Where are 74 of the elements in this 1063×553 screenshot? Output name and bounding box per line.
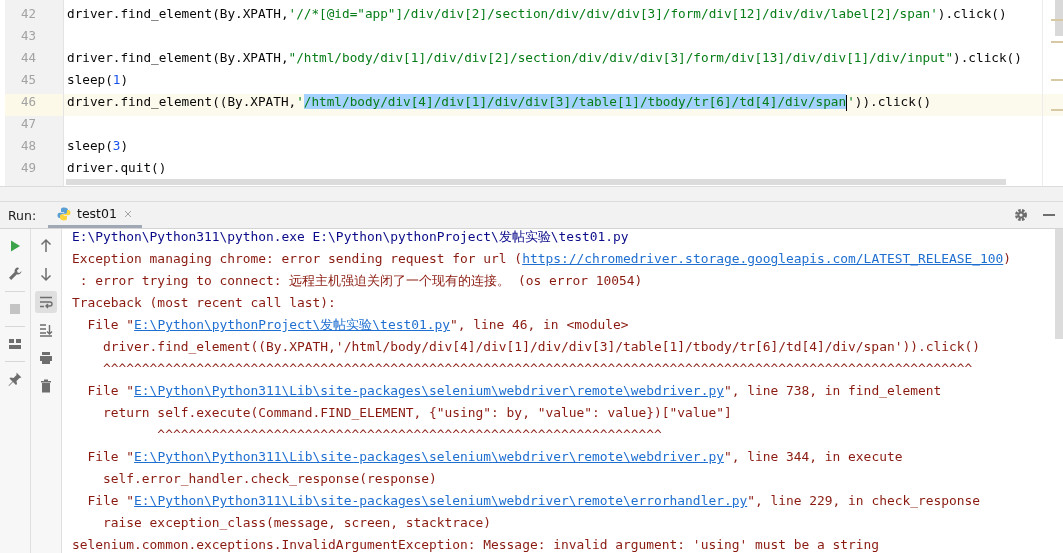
stop-icon xyxy=(7,301,23,317)
console-text: E:\Python\Python311\python.exe E:\Python\pythonProject\发帖实验\test01.py xyxy=(72,229,629,244)
console-link[interactable]: https://chromedriver.storage.googleapis.com/LATEST_RELEASE_100 xyxy=(522,251,1004,266)
tab-label: test01 xyxy=(77,206,117,221)
line-number: 49 xyxy=(20,160,38,177)
vertical-scrollbar[interactable] xyxy=(1055,0,1063,36)
console-link[interactable]: E:\Python\Python311\Lib\site-packages\selenium\webdriver\remote\errorhandler.py xyxy=(134,493,748,508)
line-number: 46 xyxy=(5,94,63,116)
wrench-icon xyxy=(7,266,23,282)
code-text: ' xyxy=(847,94,855,109)
run-label: Run: xyxy=(7,206,38,225)
code-text: 1 xyxy=(112,72,121,87)
console-text: ", line 344, in execute xyxy=(723,449,903,464)
code-text: driver.find_element(By.XPATH, xyxy=(67,6,289,21)
console-text: ^^^^^^^^^^^^^^^^^^^^^^^^^^^^^^^^^^^^^^^^^^^^^^^^^^^^^^^^^^^^^^^^^ xyxy=(156,427,662,442)
console-text: return self.execute(Command.FIND_ELEMENT, {"using": by, "value": value})["value"] xyxy=(102,405,732,420)
console-text: selenium.common.exceptions.InvalidArgumentException: Message: invalid argument: 'using' must be a string xyxy=(72,537,880,552)
warning-marker[interactable] xyxy=(1051,79,1063,81)
console-text: File " xyxy=(86,493,135,508)
code-text: driver.find_element(By.XPATH, xyxy=(67,50,289,65)
trash-icon xyxy=(38,378,54,394)
console-text: : error trying to connect: 远程主机强迫关闭了一个现有的连接。 (os error 10054) xyxy=(78,273,643,288)
printer-icon xyxy=(38,350,54,366)
arrow-down-icon xyxy=(38,266,54,282)
line-number: 48 xyxy=(20,138,38,155)
console-text: ) xyxy=(1003,251,1012,266)
console-text: self.error_handler.check_response(response) xyxy=(102,471,437,486)
console-text: File " xyxy=(86,317,135,332)
warning-marker[interactable] xyxy=(1051,19,1063,21)
arrow-up-icon xyxy=(38,238,54,254)
vertical-scrollbar[interactable] xyxy=(1055,229,1063,339)
console-text: ", line 229, in check_response xyxy=(747,493,981,508)
console-text: raise exception_class(message, screen, stacktrace) xyxy=(102,515,492,530)
warning-marker[interactable] xyxy=(1051,109,1063,111)
code-text: ) xyxy=(120,72,129,87)
console-text: File " xyxy=(86,383,135,398)
code-text: ' xyxy=(296,94,304,109)
console-link[interactable]: E:\Python\Python311\Lib\site-packages\selenium\webdriver\remote\webdriver.py xyxy=(134,449,724,464)
code-text: sleep( xyxy=(67,138,113,153)
code-text: "/html/body/div[1]/div/div[2]/section/div/div/div[3]/form/div[13]/div/div[1]/div/input" xyxy=(288,50,954,65)
console-text: ", line 738, in find_element xyxy=(723,383,942,398)
code-text: '//*[@id="app"]/div/div[2]/section/div/div/div[3]/form/div[12]/div/div/label[2]/span' xyxy=(288,6,938,21)
code-text: ) xyxy=(120,138,129,153)
wrap-icon xyxy=(38,294,54,310)
warning-marker[interactable] xyxy=(1051,41,1063,43)
console-text: Exception managing chrome: error sending request for url ( xyxy=(72,251,523,266)
code-text: driver.quit() xyxy=(67,160,167,175)
code-text: ).click() xyxy=(953,50,1022,65)
console-text: Traceback (most recent call last): xyxy=(72,295,336,310)
line-number: 45 xyxy=(20,72,38,89)
console-link[interactable]: E:\Python\Python311\Lib\site-packages\selenium\webdriver\remote\webdriver.py xyxy=(134,383,724,398)
pin-icon xyxy=(7,371,23,387)
line-number: 42 xyxy=(20,6,38,23)
code-text: 3 xyxy=(112,138,121,153)
code-text: )).click() xyxy=(854,94,932,109)
console-link[interactable]: E:\Python\pythonProject\发帖实验\test01.py xyxy=(134,317,450,332)
code-text: driver.find_element((By.XPATH, xyxy=(67,94,297,109)
soft-wrap-button[interactable] xyxy=(35,291,57,313)
python-icon xyxy=(56,205,72,222)
selected-code-text: /html/body/div[4]/div[1]/div/div[3]/table[1]/tbody/tr[6]/td[4]/div/span xyxy=(303,94,847,109)
run-tab[interactable]: test01 xyxy=(48,202,142,228)
text-cursor xyxy=(846,94,848,111)
line-number: 44 xyxy=(20,50,38,67)
scroll-to-end-icon xyxy=(38,322,54,338)
console-text: File " xyxy=(86,449,135,464)
layout-icon xyxy=(7,336,23,352)
console-text: ", line 46, in <module> xyxy=(449,317,629,332)
code-text: sleep( xyxy=(67,72,113,87)
console-text: ^^^^^^^^^^^^^^^^^^^^^^^^^^^^^^^^^^^^^^^^^^^^^^^^^^^^^^^^^^^^^^^^^^^^^^^^^^^^^^^^^^^^^^^^^^^^^^^^^^^^^^^^^^^^^^^^ xyxy=(102,361,973,376)
console-text: driver.find_element((By.XPATH,'/html/body/div[4]/div[1]/div/div[3]/table[1]/tbody/tr[6]/td[4]/div/span')).click() xyxy=(102,339,981,354)
line-number: 43 xyxy=(20,28,38,45)
code-text: ).click() xyxy=(937,6,1007,21)
settings-icon xyxy=(1013,207,1029,223)
line-number: 47 xyxy=(20,116,38,133)
